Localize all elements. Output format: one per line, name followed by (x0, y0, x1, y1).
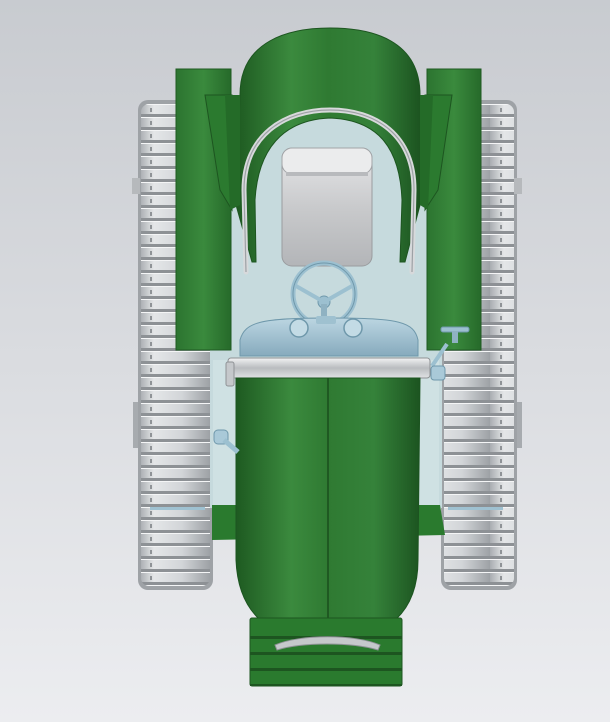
3d-viewport[interactable] (0, 0, 610, 722)
chrome-band (227, 357, 431, 379)
front-weights (249, 617, 403, 687)
left-pivot (225, 361, 235, 387)
dashboard (239, 316, 419, 357)
right-fender (424, 68, 482, 351)
driver-seat (281, 147, 373, 267)
tractor-model-render[interactable] (0, 0, 610, 722)
left-fender (175, 68, 233, 351)
engine-hood (235, 377, 421, 643)
